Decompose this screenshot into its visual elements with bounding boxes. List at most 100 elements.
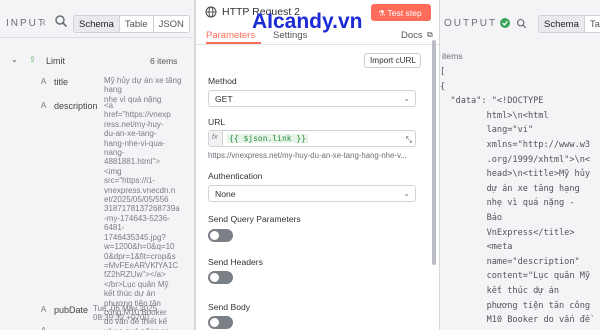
tab-table[interactable]: Table [120, 16, 154, 32]
url-expression-value: {{ $json.link }} [227, 134, 309, 143]
url-preview: https://vnexpress.net/my-huy-du-an-xe-ta… [208, 151, 407, 160]
expression-icon: fx [209, 131, 223, 146]
method-label: Method [208, 76, 237, 86]
description-line: hang-nhe-vi-qua- [104, 138, 165, 148]
description-line: -my-174643-5236- [104, 213, 170, 223]
input-view-switcher: Schema Table JSON [73, 15, 190, 33]
tab-parameters[interactable]: Parameters [206, 30, 255, 41]
description-line: =MvFEeARVKfYA1C [104, 260, 179, 270]
tab-divider [196, 44, 439, 45]
json-line: kết thúc dự án [440, 285, 559, 296]
json-line: lang="vi" [440, 125, 534, 136]
json-line: phương tiện tăn công [440, 300, 591, 311]
flask-icon: ⚗ [378, 9, 386, 18]
field-value-title: Mỹ hủy dự án xe tăng hạng nhẹ vì quá nặn… [104, 76, 182, 104]
authentication-value: None [215, 189, 236, 199]
node-settings-modal: HTTP Request 2 AIcandy.vn ⚗ Test step Pa… [195, 0, 440, 330]
string-type-icon: A [40, 305, 47, 314]
search-icon[interactable] [54, 14, 68, 28]
send-headers-toggle[interactable] [208, 271, 233, 284]
json-line: VnExpress</title> [440, 227, 575, 238]
string-type-icon: A [40, 101, 47, 110]
field-key-pubdate[interactable]: pubDate [54, 305, 88, 315]
description-line: et/2025/05/05/556 [104, 195, 169, 205]
description-line: 6481- [104, 223, 125, 233]
json-line: head>\n<title>Mỹ hủy [440, 169, 591, 180]
node-icon: ⇪ [29, 55, 36, 64]
json-line: "data": "<!DOCTYPE [440, 96, 544, 107]
send-body-toggle[interactable] [208, 316, 233, 329]
output-title: OUTPUT [444, 18, 498, 29]
string-type-icon: A [38, 325, 49, 330]
description-line: ress.net/my-huy- [104, 119, 164, 129]
output-view-switcher: Schema Ta [538, 15, 600, 33]
modal-scrollbar[interactable] [432, 40, 436, 265]
send-query-toggle[interactable] [208, 229, 233, 242]
tab-table[interactable]: Ta [585, 16, 600, 32]
json-line: [ [440, 67, 446, 77]
description-line: src="https://i1- [104, 176, 156, 186]
field-value-pubdate: Tue, 06 May 2025 08:39:32 +0700 [93, 304, 158, 323]
field-value-description: <a href="https://vnexp ress.net/my-huy-du-… [104, 101, 180, 330]
json-output: [ { "data": "<!DOCTYPE html>\n<html lang=… [440, 67, 590, 330]
toggle-knob [210, 231, 219, 240]
json-line: .org/1999/xhtml">\n< [440, 154, 591, 165]
description-line: <a [104, 101, 114, 110]
json-line: html>\n<html [440, 110, 549, 121]
send-body-label: Send Body [208, 302, 251, 312]
authentication-select[interactable]: None ⌄ [208, 185, 416, 202]
chevron-down-icon: ⌄ [403, 94, 410, 103]
method-select[interactable]: GET ⌄ [208, 90, 416, 107]
json-line: { [440, 81, 446, 92]
tab-schema[interactable]: Schema [539, 16, 585, 32]
json-line: name="description" [440, 256, 580, 267]
globe-icon [205, 6, 217, 18]
description-line: 4881881.html"> [104, 157, 160, 167]
json-line: M10 Booker do vấn đề [440, 315, 591, 326]
description-line: href="https://vnexp [104, 110, 171, 120]
description-line: du-an-xe-tang- [104, 129, 157, 139]
test-step-label: Test step [387, 8, 422, 18]
description-line: 0&dpr=1&fit=crop&s [104, 251, 176, 261]
json-line: nhẹ vì quá nặng - [440, 198, 575, 209]
toggle-knob [210, 273, 219, 282]
items-count: 6 items [150, 56, 178, 66]
input-header: INPUT ‹ Schema Table JSON [0, 0, 195, 38]
external-link-icon: ⧉ [427, 30, 433, 39]
toggle-knob [210, 318, 219, 327]
description-line: w=1200&h=0&q=10 [104, 242, 175, 252]
description-line: </br>Lục quân Mỹ [104, 279, 169, 289]
expand-editor-icon[interactable]: ⤡ [406, 135, 412, 145]
json-line: dự án xe tăng hạng [440, 183, 580, 194]
description-line: 1746435345.jpg? [104, 232, 166, 242]
description-line: nang- [104, 148, 125, 158]
success-check-icon [500, 18, 510, 28]
collapse-chevron-icon[interactable]: ‹ [42, 15, 46, 29]
description-line: kết thúc dự án [104, 289, 156, 299]
url-expression-input[interactable]: fx {{ $json.link }} ⤡ [208, 130, 416, 147]
test-step-button[interactable]: ⚗ Test step [371, 4, 431, 21]
search-icon[interactable] [516, 18, 527, 29]
description-line: 3187178137268739a [104, 204, 180, 214]
output-items-label: items [442, 51, 463, 61]
tab-json[interactable]: JSON [154, 16, 189, 32]
send-headers-label: Send Headers [208, 257, 263, 267]
field-key-description[interactable]: description [54, 101, 98, 111]
authentication-label: Authentication [208, 171, 263, 181]
field-key-title[interactable]: title [54, 77, 68, 87]
json-line: <meta [440, 242, 513, 253]
method-value: GET [215, 94, 233, 104]
send-query-label: Send Query Parameters [208, 214, 301, 224]
description-line: <img [104, 166, 122, 176]
tab-docs[interactable]: Docs [401, 30, 423, 41]
input-title: INPUT [6, 18, 46, 29]
url-label: URL [208, 117, 226, 127]
import-curl-button[interactable]: Import cURL [364, 53, 421, 68]
string-type-icon: A [40, 77, 47, 86]
tab-settings[interactable]: Settings [273, 30, 307, 41]
json-line: Báo [440, 212, 503, 223]
chevron-down-icon: ⌄ [403, 189, 410, 198]
tab-schema[interactable]: Schema [74, 16, 120, 32]
description-line: vnexpress.vnecdn.n [104, 185, 176, 195]
expand-chevron-icon[interactable]: ⌄ [11, 55, 18, 64]
